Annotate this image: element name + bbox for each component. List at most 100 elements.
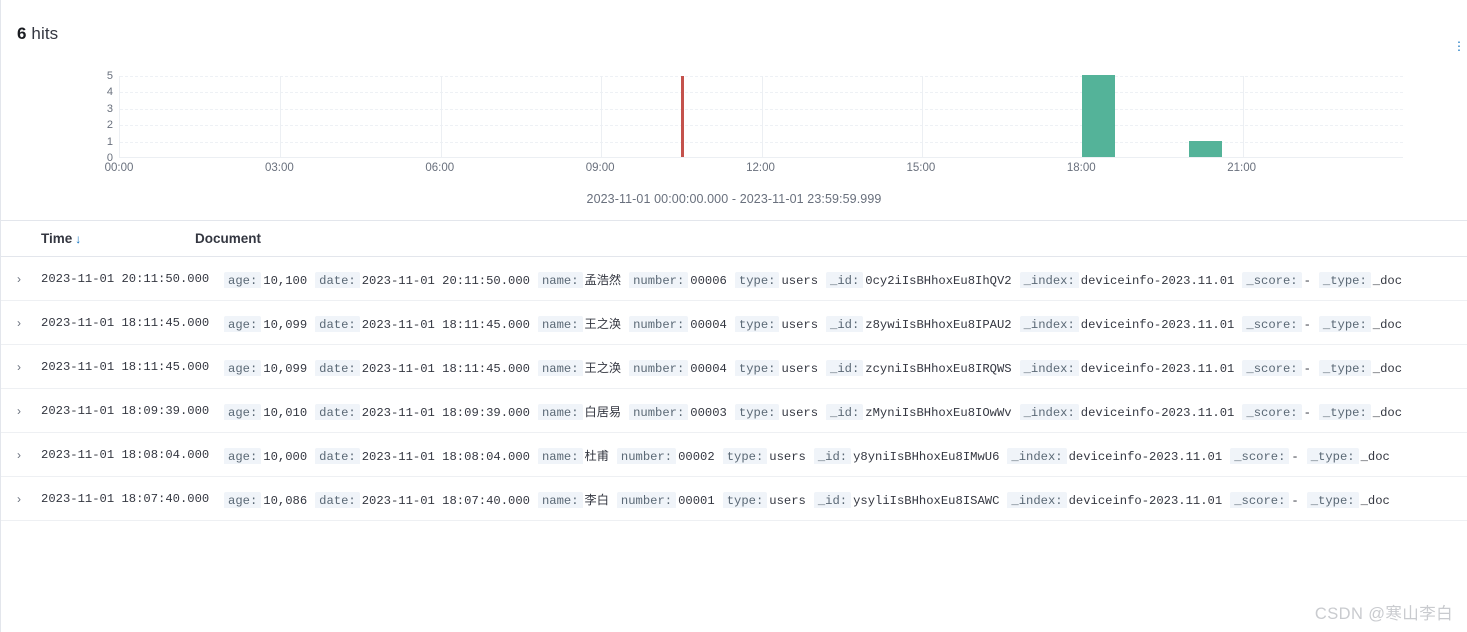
histogram-chart: 5 4 3 2 1 0 00:00 03:00 06:00 09:00 12:00 15:00 18:… xyxy=(7,68,1461,216)
document-field-value: 10,100 xyxy=(263,273,308,288)
document-field-value: users xyxy=(769,449,806,464)
document-field-name: type: xyxy=(734,359,780,376)
table-row[interactable]: › 2023-11-01 18:07:40.000 age: 10,086 date: 2… xyxy=(1,477,1467,521)
x-axis-tick-label: 03:00 xyxy=(264,162,294,174)
document-field-name: type: xyxy=(722,491,768,508)
document-field: _score: - xyxy=(1242,271,1314,288)
document-field-value: _doc xyxy=(1372,317,1403,332)
cell-time: 2023-11-01 20:11:50.000 xyxy=(41,271,210,286)
chart-gridline xyxy=(601,76,603,157)
document-field-value: 00004 xyxy=(690,361,727,376)
chevron-right-icon[interactable]: › xyxy=(12,272,41,286)
y-axis-tick-label: 4 xyxy=(106,86,113,99)
document-field-value: deviceinfo-2023.11.01 xyxy=(1068,449,1223,464)
column-header-document[interactable]: Document xyxy=(195,231,261,246)
chart-bar[interactable] xyxy=(1082,75,1116,157)
document-field: date: 2023-11-01 18:09:39.000 xyxy=(315,403,533,420)
vertical-dots-icon[interactable]: ⋮ xyxy=(1453,40,1465,52)
documents-table: Time ↓ Document › 2023-11-01 20:11:50.000 a… xyxy=(1,220,1467,521)
cell-document: age: 10,100 date: 2023-11-01 20:11:50.000 na… xyxy=(224,270,1467,288)
column-header-time[interactable]: Time ↓ xyxy=(12,231,195,246)
chart-plot-area[interactable] xyxy=(119,75,1403,158)
chart-gridline xyxy=(761,76,763,157)
document-field: _index: deviceinfo-2023.11.01 xyxy=(1007,491,1225,508)
document-field-name: name: xyxy=(537,447,583,464)
document-field: type: users xyxy=(734,271,821,288)
document-field-value: 00003 xyxy=(690,405,727,420)
document-field: date: 2023-11-01 18:11:45.000 xyxy=(315,359,533,376)
cell-document: age: 10,010 date: 2023-11-01 18:09:39.000 na… xyxy=(224,402,1467,420)
y-axis-tick-label: 3 xyxy=(106,102,113,115)
document-field: date: 2023-11-01 18:07:40.000 xyxy=(315,491,533,508)
document-field-value: y8yniIsBHhoxEu8IMwU6 xyxy=(853,449,1000,464)
document-field-value: - xyxy=(1291,449,1299,464)
document-field: age: 10,086 xyxy=(224,491,310,508)
cell-document: age: 10,099 date: 2023-11-01 18:11:45.000 na… xyxy=(224,358,1467,376)
document-field-name: _score: xyxy=(1230,447,1290,464)
document-field-name: _score: xyxy=(1230,491,1290,508)
document-field: _index: deviceinfo-2023.11.01 xyxy=(1019,359,1238,376)
x-axis-tick-label: 18:00 xyxy=(1066,162,1096,174)
document-field-value: 2023-11-01 18:09:39.000 xyxy=(361,405,530,420)
document-field: _type: _doc xyxy=(1306,491,1393,508)
document-field-name: _index: xyxy=(1007,447,1067,464)
document-field-value: 白居易 xyxy=(584,405,622,420)
arrow-down-icon[interactable]: ↓ xyxy=(75,232,81,246)
document-field-value: - xyxy=(1303,405,1311,420)
document-field: age: 10,100 xyxy=(224,271,310,288)
document-field: _type: _doc xyxy=(1318,359,1405,376)
document-field-name: _id: xyxy=(826,271,864,288)
document-field: _score: - xyxy=(1230,447,1302,464)
document-field: number: 00003 xyxy=(629,403,730,420)
document-field-name: number: xyxy=(629,403,689,420)
document-field-value: users xyxy=(781,405,819,420)
watermark: CSDN @寒山李白 xyxy=(1314,605,1453,623)
cell-time: 2023-11-01 18:08:04.000 xyxy=(41,447,210,462)
document-field-name: date: xyxy=(315,491,360,508)
document-field-name: _type: xyxy=(1318,359,1371,376)
document-field-value: 10,086 xyxy=(263,493,308,508)
document-field-name: _type: xyxy=(1306,491,1359,508)
document-field-value: - xyxy=(1291,493,1299,508)
table-row[interactable]: › 2023-11-01 20:11:50.000 age: 10,100 date: 2… xyxy=(1,257,1467,301)
cell-document: age: 10,000 date: 2023-11-01 18:08:04.000 na… xyxy=(224,446,1467,464)
document-field-value: 00006 xyxy=(690,273,727,288)
document-field-name: name: xyxy=(537,403,583,420)
document-field-value: 00002 xyxy=(678,449,715,464)
document-field: _id: zMyniIsBHhoxEu8IOwWv xyxy=(826,403,1015,420)
column-header-time-label: Time xyxy=(41,231,73,246)
document-field-name: _id: xyxy=(826,359,864,376)
document-field-value: users xyxy=(781,361,819,376)
document-field-name: _score: xyxy=(1242,359,1302,376)
x-axis-labels: 00:00 03:00 06:00 09:00 12:00 15:00 18:00 21:00 xyxy=(105,162,1403,184)
chevron-right-icon[interactable]: › xyxy=(12,360,41,374)
document-field-name: _score: xyxy=(1242,315,1302,332)
chevron-right-icon[interactable]: › xyxy=(12,492,41,506)
chevron-right-icon[interactable]: › xyxy=(12,404,41,418)
table-row[interactable]: › 2023-11-01 18:09:39.000 age: 10,010 date: 2… xyxy=(1,389,1467,433)
document-field: number: 00004 xyxy=(629,359,730,376)
document-field-value: - xyxy=(1303,317,1311,332)
document-field-value: 10,000 xyxy=(263,449,308,464)
table-row[interactable]: › 2023-11-01 18:11:45.000 age: 10,099 date: 2… xyxy=(1,301,1467,345)
document-field-name: _score: xyxy=(1242,403,1302,420)
document-field-value: 0cy2iIsBHhoxEu8IhQV2 xyxy=(865,273,1012,288)
cell-document: age: 10,099 date: 2023-11-01 18:11:45.000 na… xyxy=(224,314,1467,332)
document-field-name: date: xyxy=(315,447,360,464)
document-field-value: zcyniIsBHhoxEu8IRQWS xyxy=(865,361,1012,376)
chart-bar[interactable] xyxy=(1189,140,1223,157)
document-field: type: users xyxy=(734,403,821,420)
document-field-value: deviceinfo-2023.11.01 xyxy=(1080,273,1235,288)
document-field-name: age: xyxy=(224,491,262,508)
document-field: age: 10,099 xyxy=(224,315,310,332)
chevron-right-icon[interactable]: › xyxy=(12,316,41,330)
cell-time: 2023-11-01 18:11:45.000 xyxy=(41,315,210,330)
table-row[interactable]: › 2023-11-01 18:08:04.000 age: 10,000 date: 2… xyxy=(1,433,1467,477)
document-field-value: 00004 xyxy=(690,317,727,332)
document-field: _type: _doc xyxy=(1318,271,1405,288)
table-body: › 2023-11-01 20:11:50.000 age: 10,100 date: 2… xyxy=(1,257,1467,521)
document-field-name: type: xyxy=(722,447,768,464)
chevron-right-icon[interactable]: › xyxy=(12,448,41,462)
table-row[interactable]: › 2023-11-01 18:11:45.000 age: 10,099 date: 2… xyxy=(1,345,1467,389)
document-field-name: number: xyxy=(616,447,677,464)
